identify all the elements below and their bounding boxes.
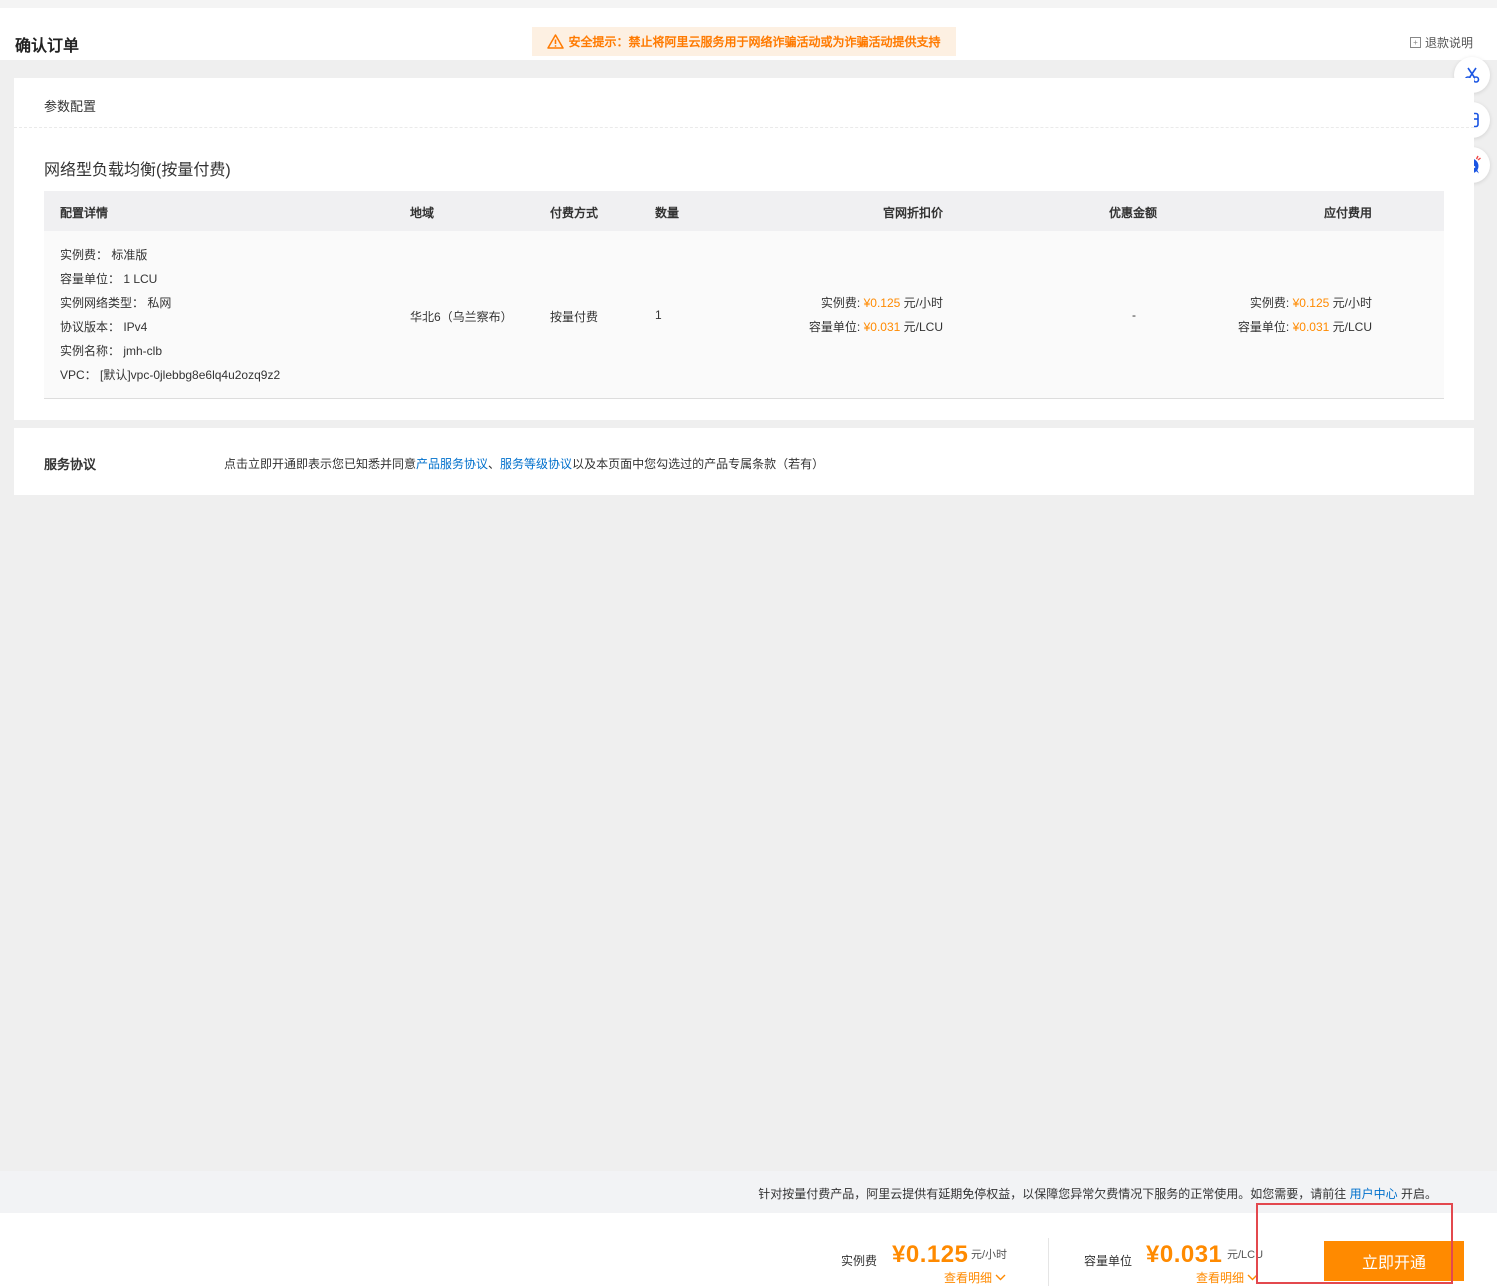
spec-vpc: VPC： [默认]vpc-0jlebbg8e6lq4u2ozq9z2 xyxy=(60,368,281,382)
warning-triangle-icon xyxy=(547,34,565,49)
config-spec-list: 实例费： 标准版 容量单位： 1 LCU 实例网络类型： 私网 协议版本： IP… xyxy=(60,243,280,387)
payable-lcu-label: 容量单位: xyxy=(1237,320,1290,334)
product-service-agreement-link[interactable]: 产品服务协议 xyxy=(416,457,488,471)
column-list-price: 官网折扣价 xyxy=(883,206,944,220)
instance-detail-label: 查看明细 xyxy=(944,1271,993,1285)
footer-instance-amount: ¥0.125 xyxy=(892,1241,969,1268)
lcu-detail-toggle[interactable]: 查看明细 xyxy=(1196,1269,1258,1286)
agreement-text-before: 点击立即开通即表示您已知悉并同意 xyxy=(224,457,417,471)
agreement-label: 服务协议 xyxy=(44,457,97,472)
chevron-down-icon xyxy=(1247,1274,1258,1281)
order-footer: 实例费 ¥0.125 元/小时 查看明细 容量单位 ¥0.031 元/LCU 查… xyxy=(0,1213,1497,1288)
agreement-separator: 、 xyxy=(488,457,501,471)
table-header: 配置详情 地域 付费方式 数量 官网折扣价 优惠金额 应付费用 xyxy=(44,191,1444,231)
external-link-icon: + xyxy=(1410,37,1421,48)
footer-lcu-label: 容量单位 xyxy=(1084,1254,1133,1268)
column-region: 地域 xyxy=(410,206,435,220)
payable-instance-label: 实例费: xyxy=(1249,296,1290,310)
order-table: 配置详情 地域 付费方式 数量 官网折扣价 优惠金额 应付费用 实例费： 标准版… xyxy=(44,191,1444,399)
top-bar: 确认订单 安全提示：禁止将阿里云服务用于网络诈骗活动或为诈骗活动提供支持 + 退… xyxy=(0,0,1497,60)
list-price-lcu-label: 容量单位: xyxy=(808,320,861,334)
notice-body: 针对按量付费产品，阿里云提供有延期免停权益，以保障您异常欠费情况下服务的正常使用… xyxy=(758,1187,1347,1201)
footer-lcu-amount: ¥0.031 xyxy=(1146,1241,1223,1268)
agreement-card: 服务协议 点击立即开通即表示您已知悉并同意产品服务协议、服务等级协议以及本页面中… xyxy=(14,428,1474,495)
payable-cell: 实例费: ¥0.125 元/小时 容量单位: ¥0.031 元/LCU xyxy=(1238,291,1372,339)
billing-value: 按量付费 xyxy=(550,310,599,324)
service-level-agreement-link[interactable]: 服务等级协议 xyxy=(500,457,572,471)
deferred-suspension-notice: 针对按量付费产品，阿里云提供有延期免停权益，以保障您异常欠费情况下服务的正常使用… xyxy=(0,1171,1497,1213)
payable-instance-value: ¥0.125 xyxy=(1292,296,1330,310)
config-section-title: 参数配置 xyxy=(44,99,97,114)
table-row: 实例费： 标准版 容量单位： 1 LCU 实例网络类型： 私网 协议版本： IP… xyxy=(44,231,1444,399)
payable-lcu-value: ¥0.031 xyxy=(1292,320,1330,334)
notice-suffix: 开启。 xyxy=(1400,1187,1437,1201)
footer-instance-unit: 元/小时 xyxy=(971,1249,1008,1261)
refund-info-link[interactable]: + 退款说明 xyxy=(1410,34,1473,51)
payable-lcu-unit: 元/LCU xyxy=(1332,320,1372,334)
spec-protocol-version: 协议版本： IPv4 xyxy=(60,320,148,334)
payable-instance-unit: 元/小时 xyxy=(1332,296,1372,310)
security-warning-text: 安全提示：禁止将阿里云服务用于网络诈骗活动或为诈骗活动提供支持 xyxy=(568,35,941,49)
config-card: 参数配置 网络型负载均衡(按量付费) 配置详情 地域 付费方式 数量 官网折扣价… xyxy=(14,78,1474,420)
activate-now-button[interactable]: 立即开通 xyxy=(1324,1241,1464,1281)
user-center-link[interactable]: 用户中心 xyxy=(1350,1187,1398,1201)
footer-lcu-unit: 元/LCU xyxy=(1227,1249,1264,1261)
column-payable: 应付费用 xyxy=(1324,206,1373,220)
lcu-detail-label: 查看明细 xyxy=(1196,1271,1245,1285)
discount-value: - xyxy=(1132,308,1136,322)
column-config-detail: 配置详情 xyxy=(60,206,109,220)
list-price-instance-label: 实例费: xyxy=(820,296,861,310)
instance-detail-toggle[interactable]: 查看明细 xyxy=(944,1269,1006,1286)
section-divider xyxy=(14,127,1474,128)
list-price-lcu-value: ¥0.031 xyxy=(863,320,901,334)
page-title: 确认订单 xyxy=(15,38,80,55)
list-price-instance-unit: 元/小时 xyxy=(903,296,943,310)
footer-divider xyxy=(1048,1238,1049,1286)
list-price-cell: 实例费: ¥0.125 元/小时 容量单位: ¥0.031 元/LCU xyxy=(809,291,943,339)
column-discount: 优惠金额 xyxy=(1109,206,1158,220)
notice-text: 针对按量付费产品，阿里云提供有延期免停权益，以保障您异常欠费情况下服务的正常使用… xyxy=(758,1185,1437,1202)
column-billing-method: 付费方式 xyxy=(550,206,599,220)
agreement-text-after: 以及本页面中您勾选过的产品专属条款（若有） xyxy=(572,457,825,471)
region-value: 华北6（乌兰察布） xyxy=(410,310,513,324)
quantity-value: 1 xyxy=(655,308,662,322)
footer-instance-label: 实例费 xyxy=(841,1254,878,1268)
column-quantity: 数量 xyxy=(655,206,680,220)
security-warning-banner: 安全提示：禁止将阿里云服务用于网络诈骗活动或为诈骗活动提供支持 xyxy=(532,27,956,56)
spec-network-type: 实例网络类型： 私网 xyxy=(60,296,172,310)
spec-instance-fee: 实例费： 标准版 xyxy=(60,248,148,262)
list-price-instance-value: ¥0.125 xyxy=(863,296,901,310)
refund-info-label: 退款说明 xyxy=(1425,36,1474,50)
list-price-lcu-unit: 元/LCU xyxy=(903,320,943,334)
spec-capacity-unit: 容量单位： 1 LCU xyxy=(60,272,158,286)
chevron-down-icon xyxy=(995,1274,1006,1281)
agreement-text: 点击立即开通即表示您已知悉并同意产品服务协议、服务等级协议以及本页面中您勾选过的… xyxy=(224,455,824,472)
product-title: 网络型负载均衡(按量付费) xyxy=(44,162,231,179)
spec-instance-name: 实例名称： jmh-clb xyxy=(60,344,163,358)
